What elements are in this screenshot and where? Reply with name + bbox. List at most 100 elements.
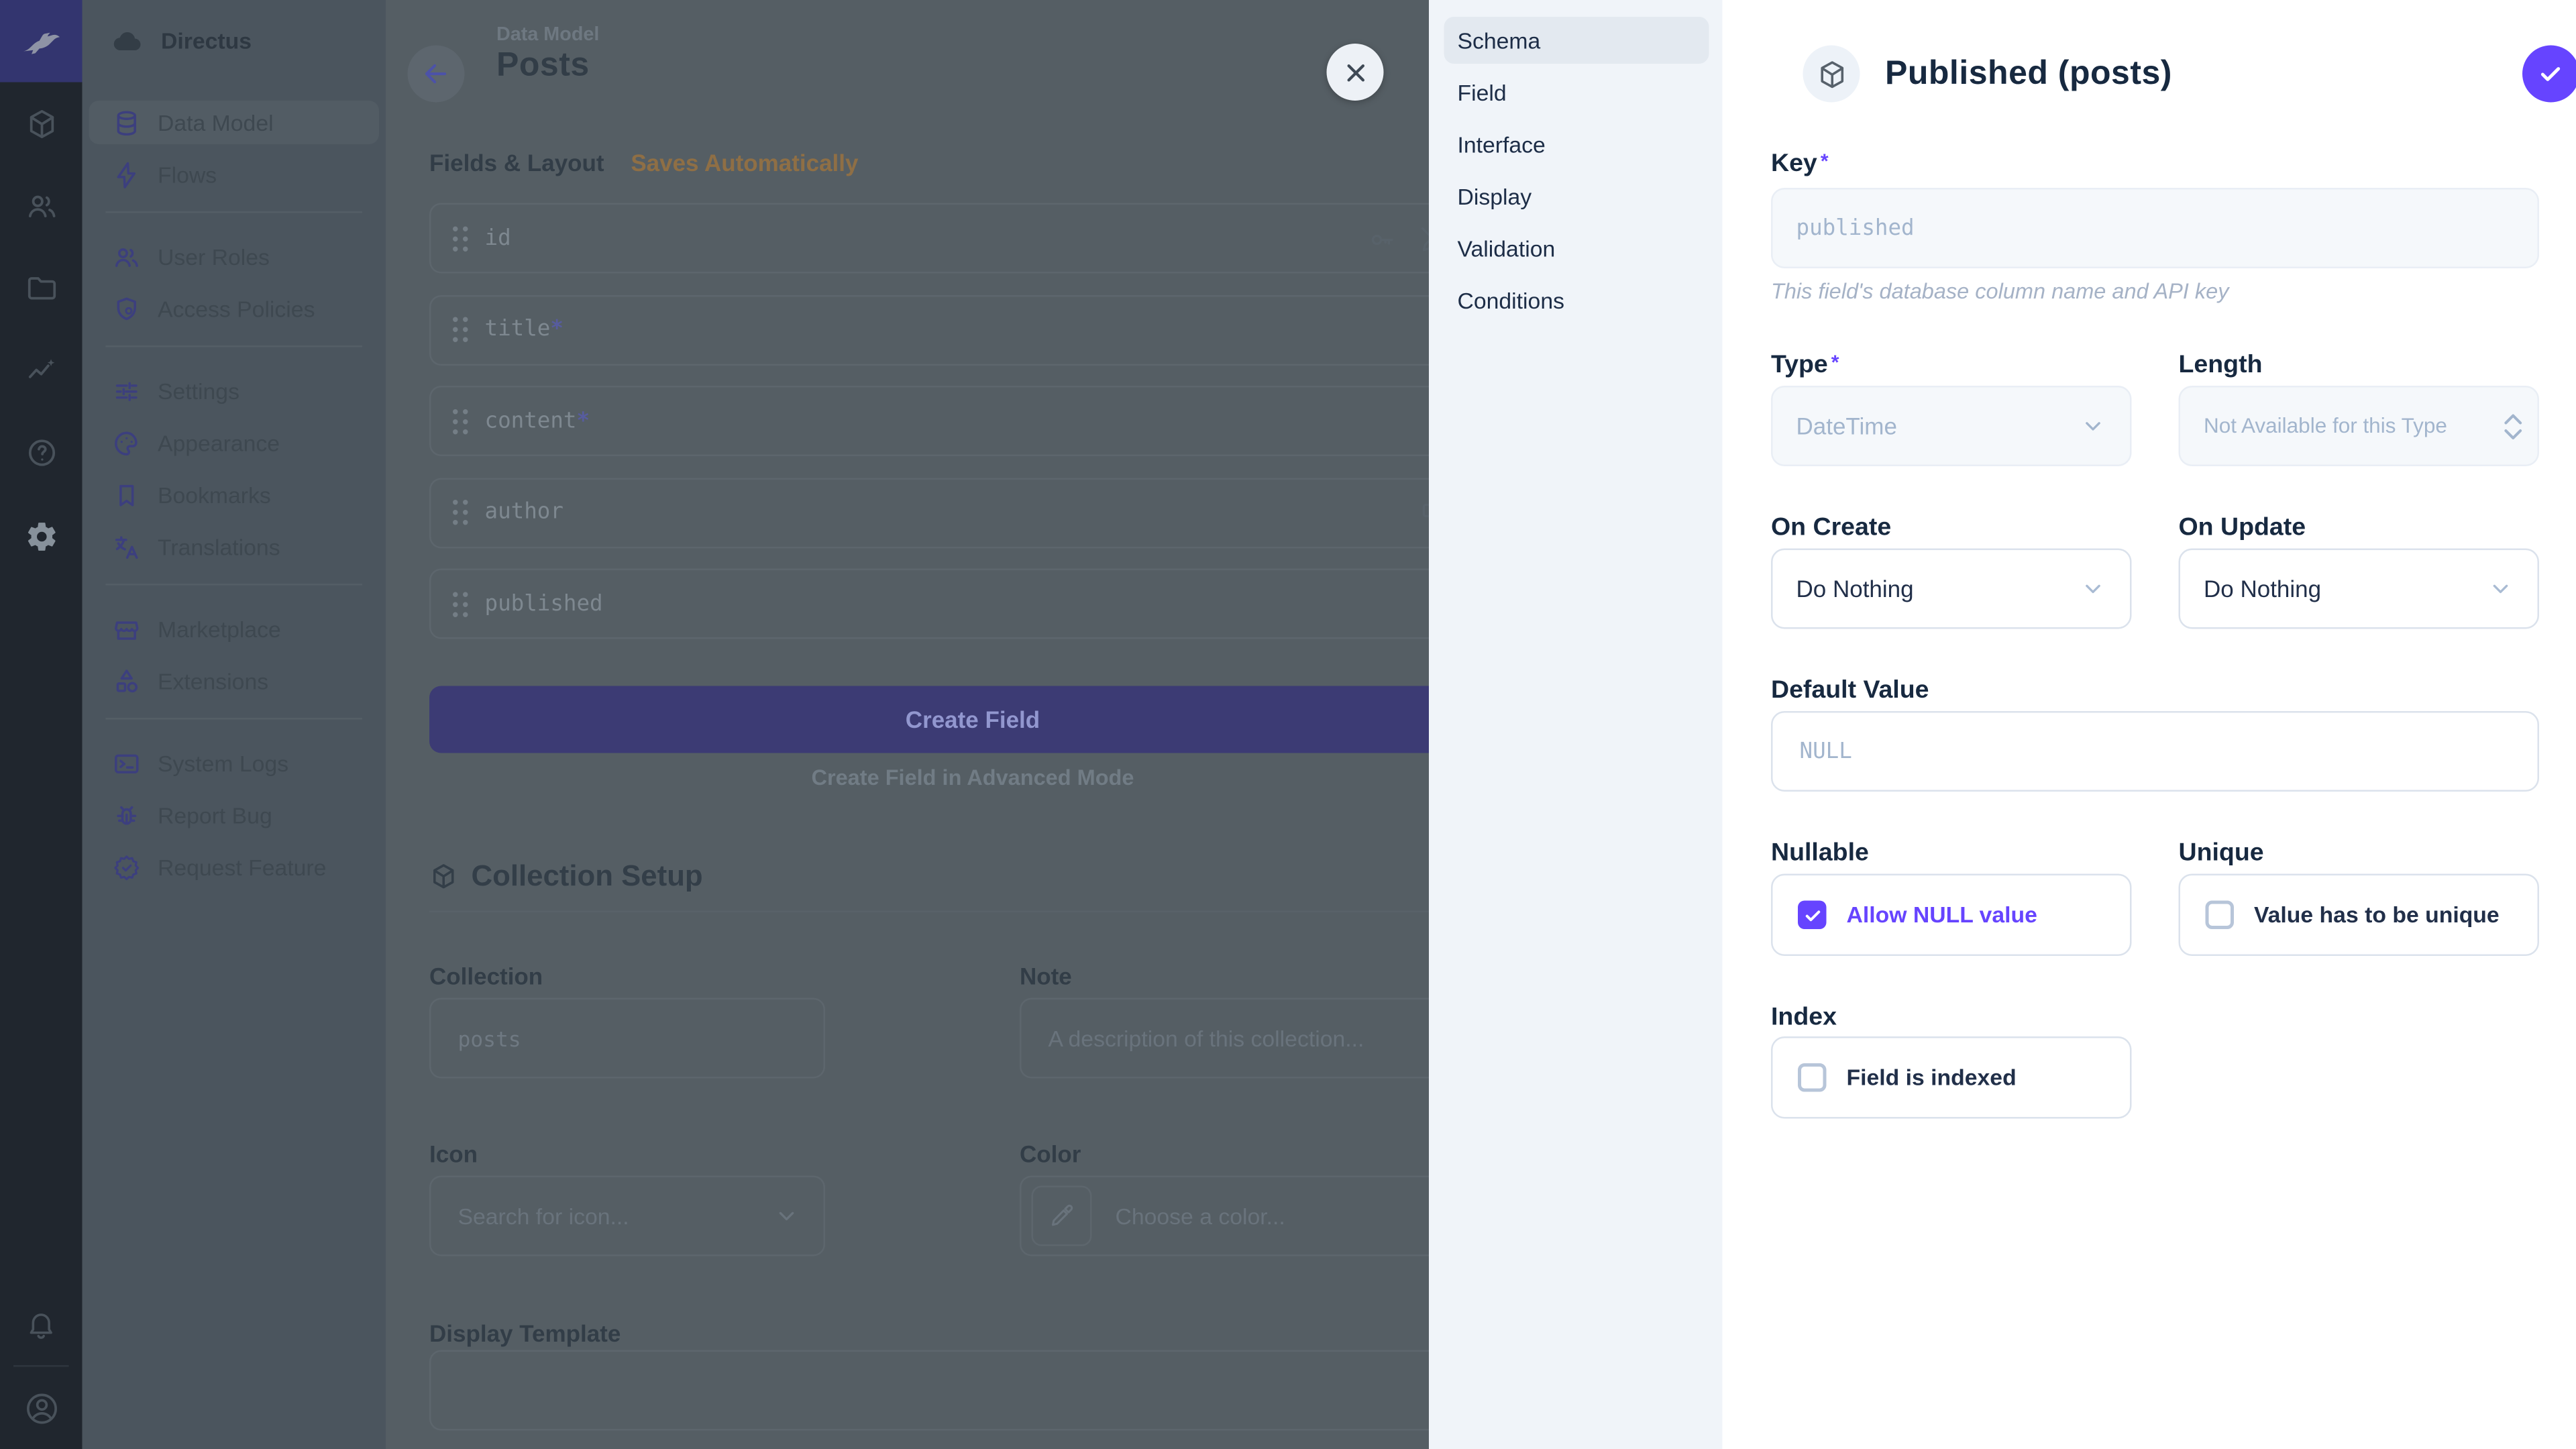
page-title: Posts xyxy=(496,47,590,86)
color-input-field[interactable] xyxy=(1112,1201,1430,1230)
field-row-title[interactable]: title* xyxy=(429,294,1429,365)
sidebar-item-settings[interactable]: Settings xyxy=(89,369,380,413)
tab-field[interactable]: Field xyxy=(1444,69,1709,116)
default-value-label: Default Value xyxy=(1771,676,1929,705)
sidebar-item-user-roles[interactable]: User Roles xyxy=(89,235,380,278)
bell-icon[interactable] xyxy=(0,1283,83,1366)
save-button[interactable] xyxy=(2522,46,2576,103)
back-button[interactable] xyxy=(408,46,465,103)
tab-schema[interactable]: Schema xyxy=(1444,17,1709,64)
on-update-select[interactable]: Do Nothing xyxy=(2179,549,2540,629)
icon-label: Icon xyxy=(429,1140,478,1167)
default-value-field[interactable] xyxy=(1796,737,2514,766)
avatar-icon[interactable] xyxy=(0,1367,83,1449)
tab-conditions[interactable]: Conditions xyxy=(1444,277,1709,324)
database-icon xyxy=(111,108,141,137)
index-checkbox-group[interactable]: Field is indexed xyxy=(1771,1036,2132,1119)
gear-icon[interactable] xyxy=(0,495,83,578)
icon-select[interactable] xyxy=(429,1176,825,1256)
tune-icon xyxy=(111,376,141,405)
length-input: Not Available for this Type xyxy=(2179,386,2540,466)
sidebar-item-bookmarks[interactable]: Bookmarks xyxy=(89,473,380,517)
checkbox-unchecked-icon[interactable] xyxy=(1798,1063,1827,1092)
sidebar-item-label: Bookmarks xyxy=(158,482,271,508)
color-input[interactable] xyxy=(1020,1176,1429,1256)
create-field-button[interactable]: Create Field xyxy=(429,686,1429,753)
project-chooser[interactable]: Directus xyxy=(83,0,386,83)
drawer-nav: Schema Field Interface Display Validatio… xyxy=(1429,0,1723,1449)
help-icon[interactable] xyxy=(0,411,83,494)
breadcrumb[interactable]: Data Model xyxy=(496,25,599,46)
key-icon xyxy=(1367,225,1397,255)
nullable-checkbox-group[interactable]: Allow NULL value xyxy=(1771,874,2132,957)
default-value-input[interactable] xyxy=(1771,711,2539,792)
shield-lock-icon xyxy=(111,294,141,323)
tab-validation[interactable]: Validation xyxy=(1444,225,1709,272)
icon-search-field[interactable] xyxy=(455,1201,773,1230)
sidebar-item-data-model[interactable]: Data Model xyxy=(89,101,380,144)
on-create-label: On Create xyxy=(1771,513,1891,542)
tab-display[interactable]: Display xyxy=(1444,173,1709,220)
checkbox-unchecked-icon[interactable] xyxy=(2206,901,2235,930)
eyedropper-icon[interactable] xyxy=(1032,1186,1092,1246)
note-input[interactable] xyxy=(1020,998,1429,1079)
sidebar-item-label: Marketplace xyxy=(158,616,281,642)
palette-icon xyxy=(111,429,141,458)
sidebar-item-label: Data Model xyxy=(158,110,274,136)
translate-icon xyxy=(111,533,141,561)
box-icon[interactable] xyxy=(0,83,83,165)
users-icon[interactable] xyxy=(0,164,83,247)
drag-handle-icon[interactable] xyxy=(453,225,458,231)
close-drawer-button[interactable] xyxy=(1327,44,1384,101)
drag-handle-icon[interactable] xyxy=(453,409,458,414)
field-name: content* xyxy=(485,409,590,434)
collection-input-field[interactable] xyxy=(455,1024,800,1053)
sidebar-item-appearance[interactable]: Appearance xyxy=(89,421,380,465)
required-mark: * xyxy=(1831,351,1839,374)
display-template-input[interactable] xyxy=(429,1350,1429,1431)
on-create-select[interactable]: Do Nothing xyxy=(1771,549,2132,629)
directus-rabbit-icon[interactable] xyxy=(0,0,83,83)
note-input-field[interactable] xyxy=(1045,1024,1430,1053)
unique-option-label[interactable]: Value has to be unique xyxy=(2254,902,2500,928)
sidebar-divider xyxy=(106,345,363,347)
create-field-advanced-link[interactable]: Create Field in Advanced Mode xyxy=(429,765,1429,790)
nullable-option-label[interactable]: Allow NULL value xyxy=(1847,902,2037,928)
relation-icon xyxy=(1419,499,1429,529)
field-row-id[interactable]: id xyxy=(429,203,1429,274)
collection-input[interactable] xyxy=(429,998,825,1079)
checkbox-checked-icon[interactable] xyxy=(1798,901,1827,930)
field-row-author[interactable]: author xyxy=(429,477,1429,547)
chevron-down-icon[interactable] xyxy=(773,1203,800,1230)
field-row-content[interactable]: content* xyxy=(429,386,1429,456)
index-option-label[interactable]: Field is indexed xyxy=(1847,1065,2017,1091)
sidebar-item-access-policies[interactable]: Access Policies xyxy=(89,287,380,331)
sidebar-item-translations[interactable]: Translations xyxy=(89,525,380,569)
chevron-down-icon xyxy=(2502,427,2524,440)
sidebar-item-request-feature[interactable]: Request Feature xyxy=(89,845,380,889)
display-template-field[interactable] xyxy=(455,1376,1430,1405)
sidebar-item-extensions[interactable]: Extensions xyxy=(89,659,380,703)
sidebar-item-label: Settings xyxy=(158,378,239,404)
folder-icon[interactable] xyxy=(0,247,83,329)
chevron-down-icon xyxy=(2487,576,2514,602)
unique-checkbox-group[interactable]: Value has to be unique xyxy=(2179,874,2540,957)
type-select: DateTime xyxy=(1771,386,2132,466)
key-input: published xyxy=(1771,188,2539,268)
insights-icon[interactable] xyxy=(0,329,83,411)
drawer-header-icon-button[interactable] xyxy=(1803,46,1860,103)
sidebar-item-system-logs[interactable]: System Logs xyxy=(89,741,380,785)
sidebar-item-marketplace[interactable]: Marketplace xyxy=(89,607,380,651)
tab-interface[interactable]: Interface xyxy=(1444,121,1709,168)
drag-handle-icon[interactable] xyxy=(453,317,458,323)
length-placeholder: Not Available for this Type xyxy=(2204,415,2447,438)
sidebar-item-flows[interactable]: Flows xyxy=(89,153,380,197)
nullable-label: Nullable xyxy=(1771,839,1869,867)
sidebar-item-report-bug[interactable]: Report Bug xyxy=(89,794,380,837)
bolt-icon xyxy=(111,160,141,189)
field-row-published[interactable]: published xyxy=(429,569,1429,639)
sidebar-item-label: Report Bug xyxy=(158,802,272,828)
project-name: Directus xyxy=(161,29,252,54)
drag-handle-icon[interactable] xyxy=(453,591,458,596)
drag-handle-icon[interactable] xyxy=(453,500,458,505)
